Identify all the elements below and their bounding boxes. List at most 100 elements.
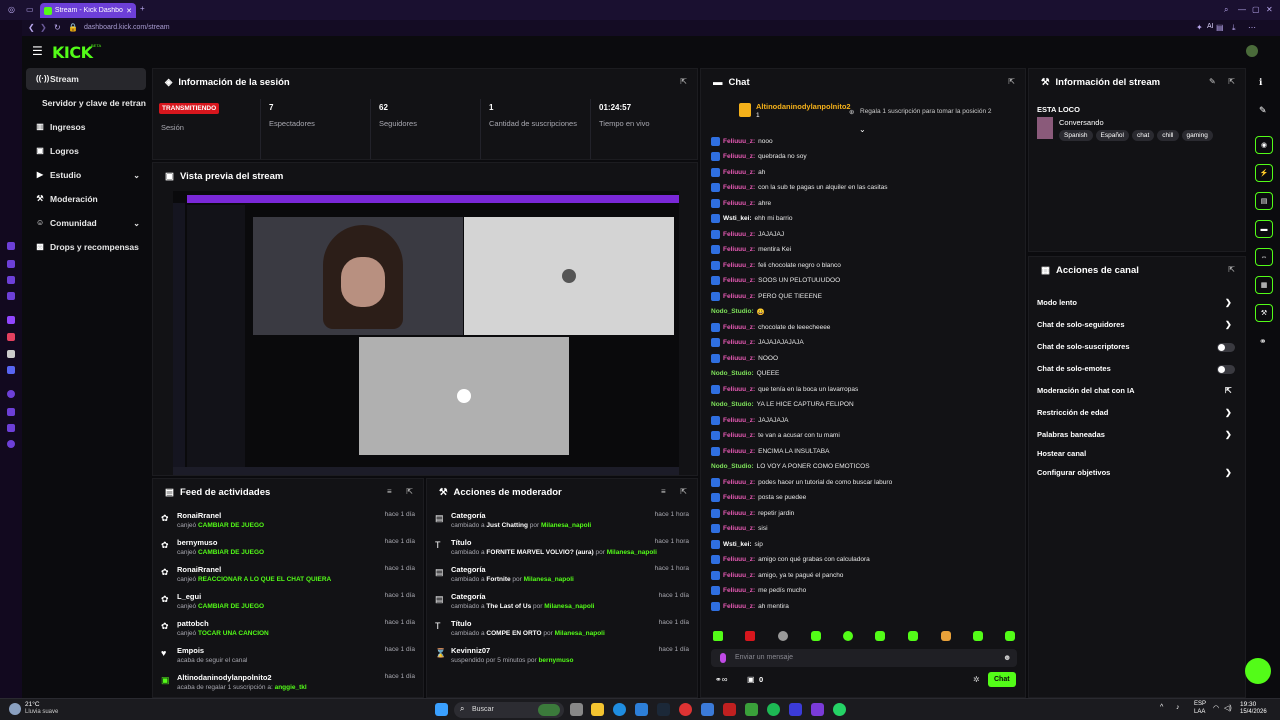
whatsapp-icon[interactable] [833,703,846,716]
pencil-icon[interactable]: ✎ [1259,105,1267,116]
browser-tab-active[interactable]: Stream - Kick Dashboard ✕ [40,3,136,18]
url-field[interactable]: dashboard.kick.com/stream [84,24,170,31]
category-name[interactable]: Conversando [1059,118,1104,127]
share-icon[interactable]: ⚭ [1259,336,1267,347]
emote-icon[interactable] [843,631,853,641]
emote-icon[interactable] [941,631,951,641]
reload-icon[interactable]: ↻ [54,23,61,32]
nav-item-stream[interactable]: ((·)) Stream [26,68,146,90]
settings-icon[interactable] [7,440,15,448]
back-icon[interactable]: ❮ [28,23,35,32]
weather-icon[interactable] [9,703,21,715]
chat-username[interactable]: Feliuuu_z: [723,153,755,160]
spotify-icon[interactable] [767,703,780,716]
clock-time[interactable]: 19:30 [1240,701,1256,708]
app-icon[interactable] [701,703,714,716]
rail-tool-button[interactable]: ⚡ [1255,164,1273,182]
edit-icon[interactable]: ✎ [1209,77,1216,86]
emoji-icon[interactable]: ☻ [1003,653,1011,662]
chat-username[interactable]: Feliuuu_z: [723,277,755,284]
nav-item-logros[interactable]: ▣ Logros [26,140,146,162]
chat-input[interactable]: Enviar un mensaje ☻ [711,649,1017,667]
more-icon[interactable]: ⋯ [1248,23,1256,32]
action-followers-only[interactable]: Chat de solo-seguidores ❯ [1037,320,1237,334]
emote-icon[interactable] [811,631,821,641]
rail-tool-button[interactable]: ⚒ [1255,304,1273,322]
action-goals[interactable]: Configurar objetivos ❯ [1037,468,1237,482]
chevron-down-icon[interactable]: ⌄ [133,219,140,228]
emotes-only-toggle[interactable] [1217,365,1235,374]
tab-list-icon[interactable]: ▭ [26,5,34,14]
rail-tool-button[interactable]: ⇔ [1255,248,1273,266]
store-icon[interactable] [635,703,648,716]
tag[interactable]: chill [1157,130,1179,141]
sidebar-app-icon[interactable] [7,408,15,416]
emote-icon[interactable] [745,631,755,641]
app-icon[interactable] [679,703,692,716]
new-tab-icon[interactable]: + [140,4,145,13]
rail-tool-button[interactable]: ◉ [1255,136,1273,154]
info-icon[interactable]: ℹ [1259,77,1262,88]
task-view-icon[interactable] [570,703,583,716]
emote-icon[interactable] [973,631,983,641]
rail-tool-button[interactable]: ▤ [1255,192,1273,210]
reader-icon[interactable]: ▤ [1216,23,1224,32]
chat-username[interactable]: Feliuuu_z: [723,386,755,393]
filter-icon[interactable]: ≡ [661,487,666,496]
chat-username[interactable]: Feliuuu_z: [723,324,755,331]
maximize-icon[interactable]: ▢ [1252,5,1260,14]
instagram-icon[interactable] [7,333,15,341]
emote-icon[interactable] [908,631,918,641]
x-icon[interactable] [7,350,15,358]
chat-username[interactable]: Feliuuu_z: [723,603,755,610]
chat-username[interactable]: Feliuuu_z: [723,432,755,439]
plus-icon[interactable]: ⊕ [849,108,854,116]
chat-username[interactable]: Nodo_Studio: [711,370,754,377]
chat-username[interactable]: Nodo_Studio: [711,401,754,408]
chat-settings-icon[interactable]: ✲ [973,675,980,684]
tag[interactable]: Spanish [1059,130,1093,141]
forward-icon[interactable]: ❯ [40,23,47,32]
external-link-icon[interactable]: ⇱ [1228,265,1235,274]
chat-username[interactable]: Nodo_Studio: [711,463,754,470]
chat-username[interactable]: Feliuuu_z: [723,293,755,300]
tray-chevron-icon[interactable]: ^ [1160,704,1163,711]
volume-icon[interactable]: ◁) [1224,704,1232,712]
chat-username[interactable]: Feliuuu_z: [723,510,755,517]
app-icon[interactable] [811,703,824,716]
download-icon[interactable]: ⤓ [1232,23,1236,33]
chat-username[interactable]: Feliuuu_z: [723,525,755,532]
chat-username[interactable]: Feliuuu_z: [723,184,755,191]
connections-icon[interactable]: ⚭∞ [715,675,727,684]
nav-item-comunidad[interactable]: ☺ Comunidad ⌄ [26,212,146,234]
twitch-icon[interactable] [7,316,15,324]
chat-username[interactable]: Wsti_kei: [723,541,752,548]
nav-item-ingresos[interactable]: ▥ Ingresos [26,116,146,138]
browser-menu-icon[interactable]: ◎ [8,5,15,14]
chat-username[interactable]: Feliuuu_z: [723,556,755,563]
chat-username[interactable]: Feliuuu_z: [723,246,755,253]
chat-username[interactable]: Feliuuu_z: [723,448,755,455]
action-ai-moderation[interactable]: Moderación del chat con IA ⇱ [1037,386,1237,400]
rail-tool-button[interactable]: ▦ [1255,276,1273,294]
subscribers-only-toggle[interactable] [1217,343,1235,352]
chat-username[interactable]: Feliuuu_z: [723,169,755,176]
minimize-icon[interactable]: — [1238,5,1246,14]
chevron-down-icon[interactable]: ⌄ [133,171,140,180]
chat-username[interactable]: Feliuuu_z: [723,339,755,346]
windows-start-icon[interactable] [435,703,448,716]
stream-video[interactable] [173,191,679,475]
chat-username[interactable]: Feliuuu_z: [723,231,755,238]
chat-username[interactable]: Nodo_Studio: [711,308,754,315]
external-link-icon[interactable]: ⇱ [1228,77,1235,86]
chat-username[interactable]: Wsti_kei: [723,215,752,222]
external-link-icon[interactable]: ⇱ [680,77,687,86]
steam-icon[interactable] [657,703,670,716]
sidebar-app-icon[interactable] [7,424,15,432]
chat-username[interactable]: Feliuuu_z: [723,262,755,269]
emote-icon[interactable] [1005,631,1015,641]
rail-tool-button[interactable]: ▬ [1255,220,1273,238]
wifi-icon[interactable]: ◠ [1213,704,1219,712]
chat-username[interactable]: Feliuuu_z: [723,355,755,362]
nav-item-drops[interactable]: ▩ Drops y recompensas [26,236,146,258]
